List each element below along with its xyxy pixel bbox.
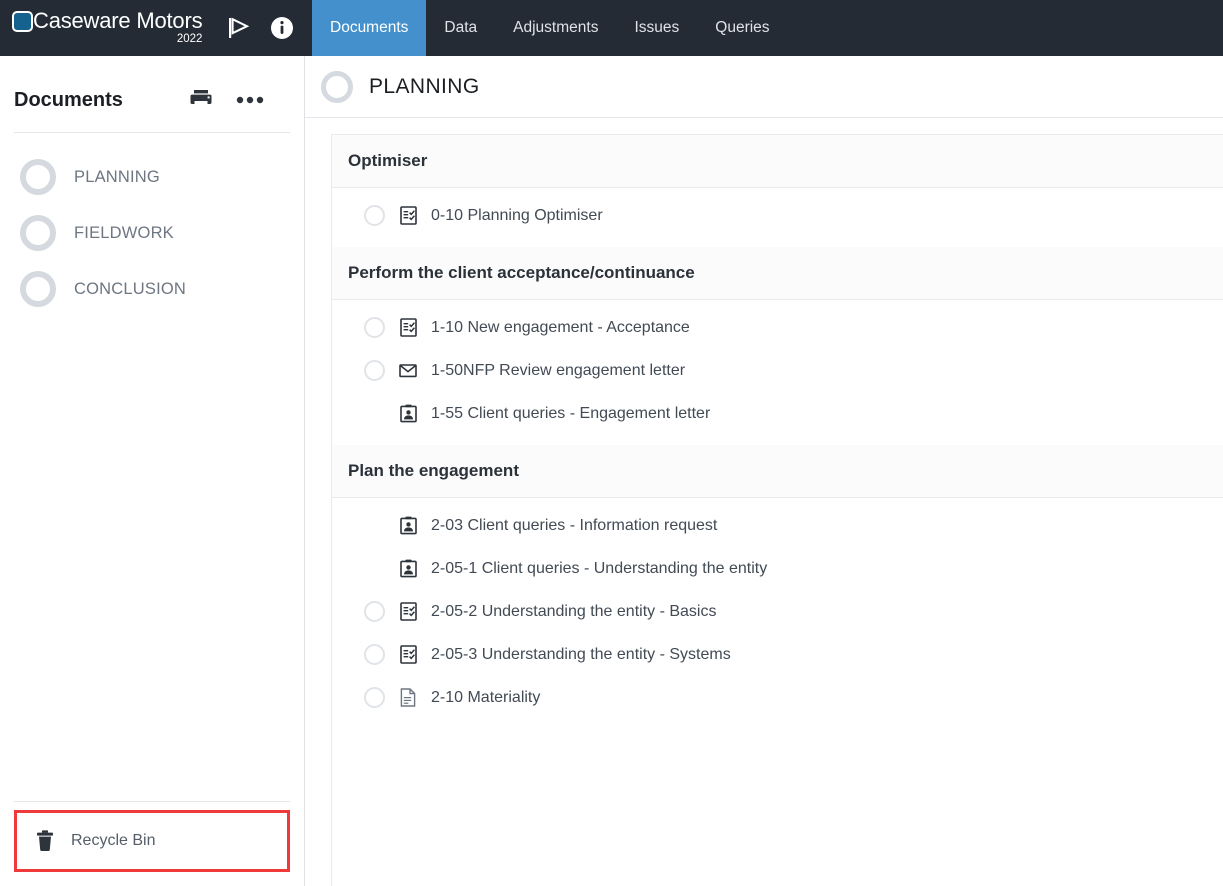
tab-issues[interactable]: Issues: [616, 0, 697, 56]
document-label: 2-05-2 Understanding the entity - Basics: [431, 603, 716, 621]
document-label: 1-10 New engagement - Acceptance: [431, 319, 690, 337]
circle-ring-icon: [20, 159, 56, 195]
section-header-plan-engagement: Plan the engagement: [332, 445, 1223, 498]
document-row[interactable]: 2-03 Client queries - Information reques…: [332, 504, 1223, 547]
brand-year: 2022: [177, 33, 203, 46]
printer-icon[interactable]: [188, 88, 214, 112]
recycle-bin-label: Recycle Bin: [71, 832, 155, 850]
client-query-icon: [399, 517, 417, 535]
brand-name: Caseware Motors: [33, 6, 202, 36]
sidebar-header: Documents: [0, 56, 304, 118]
sidebar-item-label: CONCLUSION: [74, 280, 186, 299]
section-document-list: 2-03 Client queries - Information reques…: [332, 498, 1223, 729]
sidebar-item-planning[interactable]: PLANNING: [0, 149, 304, 205]
trash-icon: [35, 829, 55, 853]
document-row[interactable]: 2-05-1 Client queries - Understanding th…: [332, 547, 1223, 590]
document-row[interactable]: 2-10 Materiality: [332, 676, 1223, 719]
section-header-client-acceptance: Perform the client acceptance/continuanc…: [332, 247, 1223, 300]
status-circle-icon[interactable]: [364, 360, 385, 381]
document-row[interactable]: 2-05-3 Understanding the entity - System…: [332, 633, 1223, 676]
document-label: 2-05-3 Understanding the entity - System…: [431, 646, 731, 664]
envelope-icon: [399, 362, 417, 380]
document-label: 1-55 Client queries - Engagement letter: [431, 405, 710, 423]
document-row[interactable]: 1-50NFP Review engagement letter: [332, 349, 1223, 392]
main-content: PLANNING Optimiser: [305, 56, 1223, 886]
brand: Caseware Motors 2022: [0, 0, 212, 56]
client-query-icon: [399, 405, 417, 423]
page-header: PLANNING: [305, 56, 1223, 118]
tab-issues-label: Issues: [634, 19, 679, 37]
sidebar-header-actions: [188, 88, 282, 112]
document-card: Optimiser: [331, 134, 1223, 886]
section-document-list: 0-10 Planning Optimiser: [332, 188, 1223, 247]
document-row[interactable]: 1-55 Client queries - Engagement letter: [332, 392, 1223, 435]
tab-queries-label: Queries: [715, 19, 769, 37]
circle-ring-icon: [20, 215, 56, 251]
document-row[interactable]: 0-10 Planning Optimiser: [332, 194, 1223, 237]
app-body: Documents: [0, 56, 1223, 886]
status-circle-icon[interactable]: [364, 601, 385, 622]
tab-data[interactable]: Data: [426, 0, 495, 56]
sidebar-item-label: PLANNING: [74, 168, 160, 187]
info-icon[interactable]: [270, 16, 294, 40]
sidebar-spacer: [0, 317, 304, 801]
tab-data-label: Data: [444, 19, 477, 37]
circle-ring-icon: [20, 271, 56, 307]
section-header-optimiser: Optimiser: [332, 135, 1223, 188]
client-query-icon: [399, 560, 417, 578]
status-circle-icon[interactable]: [364, 687, 385, 708]
checklist-doc-icon: [399, 319, 417, 337]
recycle-bin-button[interactable]: Recycle Bin: [14, 810, 290, 872]
sidebar: Documents: [0, 56, 305, 886]
document-label: 2-10 Materiality: [431, 689, 540, 707]
document-row[interactable]: 2-05-2 Understanding the entity - Basics: [332, 590, 1223, 633]
recycle-bin-container: Recycle Bin: [0, 802, 304, 886]
tab-queries[interactable]: Queries: [697, 0, 787, 56]
circle-ring-icon: [321, 71, 353, 103]
document-label: 1-50NFP Review engagement letter: [431, 362, 685, 380]
header-icon-group: [212, 0, 312, 56]
document-row[interactable]: 1-10 New engagement - Acceptance: [332, 306, 1223, 349]
status-circle-icon[interactable]: [364, 205, 385, 226]
document-label: 2-05-1 Client queries - Understanding th…: [431, 560, 767, 578]
sidebar-item-fieldwork[interactable]: FIELDWORK: [0, 205, 304, 261]
status-circle-icon[interactable]: [364, 317, 385, 338]
app-header: Caseware Motors 2022 Documents Data Adj: [0, 0, 1223, 56]
document-label: 0-10 Planning Optimiser: [431, 207, 603, 225]
sidebar-item-conclusion[interactable]: CONCLUSION: [0, 261, 304, 317]
page-doc-icon: [399, 689, 417, 707]
sidebar-item-list: PLANNING FIELDWORK CONCLUSION: [0, 133, 304, 317]
sidebar-title: Documents: [14, 89, 188, 112]
document-label: 2-03 Client queries - Information reques…: [431, 517, 717, 535]
checklist-doc-icon: [399, 603, 417, 621]
tab-adjustments[interactable]: Adjustments: [495, 0, 616, 56]
tab-documents[interactable]: Documents: [312, 0, 426, 56]
page-title: PLANNING: [369, 75, 480, 99]
tab-adjustments-label: Adjustments: [513, 19, 598, 37]
main-navigation-tabs: Documents Data Adjustments Issues Querie…: [312, 0, 788, 56]
rounded-square-logo-icon: [12, 11, 33, 32]
checklist-doc-icon: [399, 646, 417, 664]
section-document-list: 1-10 New engagement - Acceptance 1-50NFP…: [332, 300, 1223, 445]
ellipsis-icon[interactable]: [236, 95, 264, 105]
status-circle-icon[interactable]: [364, 644, 385, 665]
tab-documents-label: Documents: [330, 19, 408, 37]
sidebar-item-label: FIELDWORK: [74, 224, 174, 243]
checklist-doc-icon: [399, 207, 417, 225]
flag-icon[interactable]: [228, 16, 250, 40]
document-list-scroll-area[interactable]: Optimiser: [305, 118, 1223, 886]
